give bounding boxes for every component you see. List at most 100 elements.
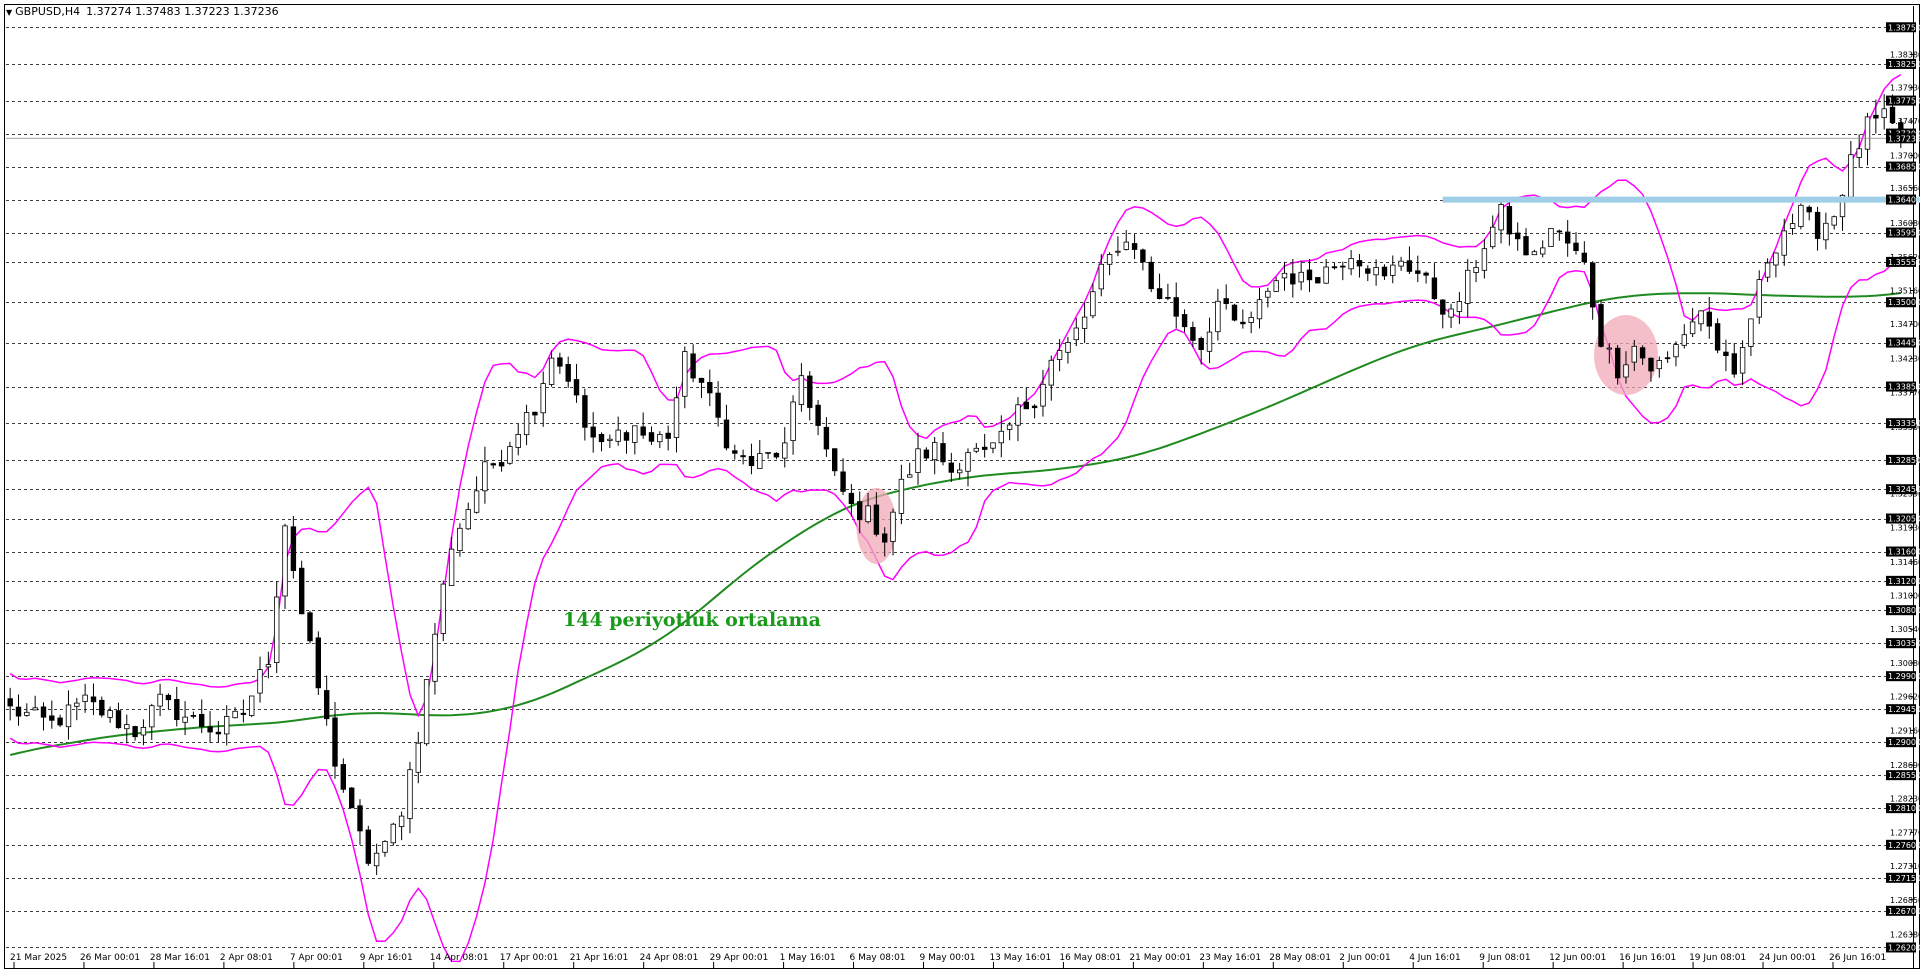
menu-triangle-icon[interactable]: ▼: [6, 8, 12, 17]
candle-body: [457, 527, 463, 551]
candle-body: [1714, 323, 1721, 351]
candle-body: [1881, 108, 1887, 118]
candle-body: [1148, 261, 1154, 290]
candle-body: [398, 815, 405, 827]
candle-body: [515, 433, 521, 448]
candle-body: [90, 696, 97, 703]
candle-body: [107, 710, 113, 718]
candle-body: [990, 442, 996, 449]
candle-body: [832, 448, 838, 472]
candle-body: [99, 699, 105, 716]
candle-body: [1390, 264, 1396, 276]
candle-body: [1473, 267, 1479, 273]
candle-body: [557, 357, 563, 367]
candle-body: [898, 478, 905, 514]
candle-body: [1348, 258, 1354, 270]
candle-body: [348, 787, 355, 809]
price-level-label: 1.37750: [1888, 97, 1920, 106]
price-level-label: 1.31200: [1888, 577, 1920, 586]
candle-body: [790, 401, 796, 441]
candle-body: [74, 702, 80, 707]
candle-body: [632, 425, 638, 443]
candle-body: [1190, 326, 1196, 341]
candle-body: [732, 450, 738, 454]
candle-body: [332, 717, 338, 767]
candle-body: [523, 412, 530, 436]
candle-body: [657, 434, 663, 443]
price-tick-label: 1.36560: [1890, 184, 1920, 193]
price-level-label: 1.26700: [1888, 907, 1920, 916]
candle-body: [82, 694, 88, 702]
candle-body: [723, 419, 730, 449]
candle-body: [473, 490, 480, 513]
candle-body: [857, 501, 863, 521]
price-level-label: 1.38750: [1888, 23, 1920, 32]
candle-body: [307, 612, 313, 642]
candle-body: [615, 429, 621, 442]
candle-body: [157, 693, 163, 707]
price-level-label: 1.27150: [1888, 874, 1920, 883]
candle-body: [565, 363, 571, 382]
candle-body: [273, 596, 280, 663]
price-tick-label: 1.27770: [1890, 828, 1920, 837]
candle-body: [1181, 314, 1188, 328]
candle-body: [248, 695, 255, 716]
price-chart[interactable]: 1.38380 1.37930 1.37470 1.37000 1.36560 1.360…: [0, 0, 1920, 976]
candle-body: [698, 377, 705, 383]
candle-body: [982, 446, 988, 450]
candle-body: [1323, 266, 1329, 284]
candle-body: [682, 351, 688, 397]
candle-body: [532, 411, 538, 416]
price-level-label: 1.35950: [1888, 229, 1920, 238]
candle-body: [1015, 404, 1021, 426]
candle-body: [707, 381, 713, 394]
candle-body: [490, 463, 496, 466]
price-tick-label: 1.28230: [1890, 795, 1920, 804]
candle-body: [357, 805, 363, 832]
candle-body: [507, 446, 513, 464]
candle-body: [1831, 216, 1837, 226]
chart-header: ▼ GBPUSD,H4 1.37274 1.37483 1.37223 1.3723…: [6, 5, 279, 18]
time-tick-label: 21 Apr 16:01: [570, 953, 629, 963]
candle-body: [1748, 318, 1754, 347]
candle-body: [415, 742, 421, 773]
candle-body: [182, 716, 188, 723]
time-tick-label: 21 May 00:01: [1129, 953, 1191, 963]
price-tick-label: 1.26380: [1890, 930, 1920, 939]
candle-body: [1290, 273, 1296, 285]
candle-body: [1048, 359, 1054, 386]
candle-body: [648, 432, 655, 442]
candle-body: [223, 716, 230, 735]
candle-body: [1681, 334, 1687, 346]
candle-body: [1023, 401, 1029, 410]
candle-body: [1814, 211, 1821, 239]
time-tick-label: 9 Apr 16:01: [360, 953, 413, 963]
candle-body: [290, 526, 297, 571]
candle-body: [1806, 206, 1812, 213]
price-level-label: 1.35000: [1888, 298, 1920, 307]
candle-body: [815, 404, 821, 426]
candle-body: [548, 357, 555, 385]
price-level-label: 1.30800: [1888, 606, 1920, 615]
candle-body: [807, 375, 813, 408]
candle-body: [1523, 236, 1529, 256]
candle-body: [7, 698, 13, 707]
candle-body: [915, 448, 921, 473]
grid-lines: [6, 27, 1915, 948]
price-level-label: 1.38250: [1888, 60, 1920, 69]
time-tick-label: 21 Mar 2025: [10, 953, 67, 963]
candle-body: [940, 443, 946, 463]
candle-body: [15, 706, 22, 717]
price-level-label: 1.31600: [1888, 548, 1920, 557]
candle-body: [1056, 350, 1063, 360]
candle-body: [1598, 304, 1604, 347]
candle-body: [1873, 114, 1879, 119]
time-tick-label: 14 Apr 08:01: [430, 953, 489, 963]
candle-body: [673, 397, 680, 438]
time-tick-label: 24 Jun 00:01: [1759, 953, 1816, 963]
candle-body: [1706, 311, 1712, 327]
candle-body: [823, 426, 830, 450]
candle-body: [748, 455, 755, 466]
price-level-label: 1.32850: [1888, 456, 1920, 465]
candle-body: [1565, 231, 1571, 244]
